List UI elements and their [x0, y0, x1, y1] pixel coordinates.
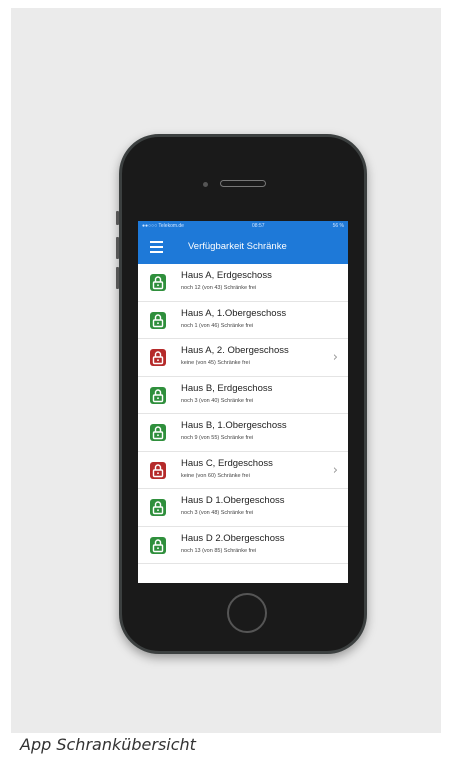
- list-item[interactable]: Haus A, 2. Obergeschoss keine (von 45) Sc…: [138, 339, 348, 377]
- earpiece-speaker: [220, 180, 266, 187]
- navigation-bar: Verfügbarkeit Schränke: [138, 230, 348, 264]
- row-subtitle: keine (von 60) Schränke frei: [181, 472, 250, 479]
- row-title: Haus D 2.Obergeschoss: [181, 532, 285, 544]
- row-title: Haus B, Erdgeschoss: [181, 382, 273, 394]
- image-caption: App Schrankübersicht: [20, 735, 196, 754]
- list-item[interactable]: Haus D 2.Obergeschoss noch 13 (von 85) Sc…: [138, 527, 348, 564]
- app-screen: ●●○○○ Telekom.de 08:57 56 % Verfügbarkei…: [138, 221, 348, 583]
- page-title: Verfügbarkeit Schränke: [188, 241, 287, 252]
- floor-list: Haus A, Erdgeschoss noch 12 (von 43) Schr…: [138, 264, 348, 564]
- row-subtitle: noch 9 (von 55) Schränke frei: [181, 435, 254, 441]
- list-item[interactable]: Haus D 1.Obergeschoss noch 3 (von 48) Sch…: [138, 489, 348, 527]
- home-button[interactable]: [227, 593, 267, 633]
- background-panel: ●●○○○ Telekom.de 08:57 56 % Verfügbarkei…: [11, 8, 441, 733]
- list-item[interactable]: Haus A, 1.Obergeschoss noch 1 (von 46) Sc…: [138, 302, 348, 339]
- clock: 08:57: [252, 222, 265, 229]
- lock-icon: [150, 536, 166, 554]
- row-title: Haus D 1.Obergeschoss: [181, 495, 285, 506]
- lock-icon: [150, 274, 166, 291]
- phone-frame: ●●○○○ Telekom.de 08:57 56 % Verfügbarkei…: [116, 134, 367, 654]
- mute-switch: [116, 211, 119, 225]
- volume-up-button: [116, 237, 119, 259]
- battery-label: 56 %: [332, 222, 344, 229]
- lock-icon: [150, 424, 166, 441]
- lock-icon: [150, 349, 166, 366]
- row-subtitle: noch 12 (von 43) Schränke frei: [181, 285, 257, 291]
- chevron-right-icon: ›: [332, 350, 338, 365]
- row-subtitle: noch 13 (von 85) Schränke frei: [181, 547, 257, 554]
- list-item[interactable]: Haus B, 1.Obergeschoss noch 9 (von 55) Sc…: [138, 414, 348, 452]
- menu-icon[interactable]: [150, 241, 163, 253]
- row-title: Haus A, 1.Obergeschoss: [181, 307, 287, 319]
- row-title: Haus A, 2. Obergeschoss: [181, 345, 289, 356]
- lock-icon: [150, 311, 166, 329]
- list-item[interactable]: Haus B, Erdgeschoss noch 3 (von 40) Schrä…: [138, 377, 348, 414]
- list-item[interactable]: Haus A, Erdgeschoss noch 12 (von 43) Schr…: [138, 264, 348, 302]
- lock-icon: [150, 499, 166, 516]
- row-subtitle: noch 1 (von 46) Schränke frei: [181, 322, 254, 329]
- lock-icon: [150, 386, 166, 404]
- row-subtitle: noch 3 (von 40) Schränke frei: [181, 397, 254, 404]
- status-bar: ●●○○○ Telekom.de 08:57 56 %: [138, 221, 348, 230]
- list-item[interactable]: Haus C, Erdgeschoss keine (von 60) Schrän…: [138, 452, 348, 489]
- row-title: Haus C, Erdgeschoss: [181, 457, 273, 469]
- row-title: Haus A, Erdgeschoss: [181, 270, 272, 281]
- row-subtitle: keine (von 45) Schränke frei: [181, 360, 250, 366]
- chevron-right-icon: ›: [332, 462, 338, 478]
- front-camera: [203, 182, 208, 187]
- carrier-label: ●●○○○ Telekom.de: [142, 222, 184, 229]
- row-subtitle: noch 3 (von 48) Schränke frei: [181, 510, 254, 516]
- row-title: Haus B, 1.Obergeschoss: [181, 420, 287, 431]
- volume-down-button: [116, 267, 119, 289]
- lock-icon: [150, 461, 166, 479]
